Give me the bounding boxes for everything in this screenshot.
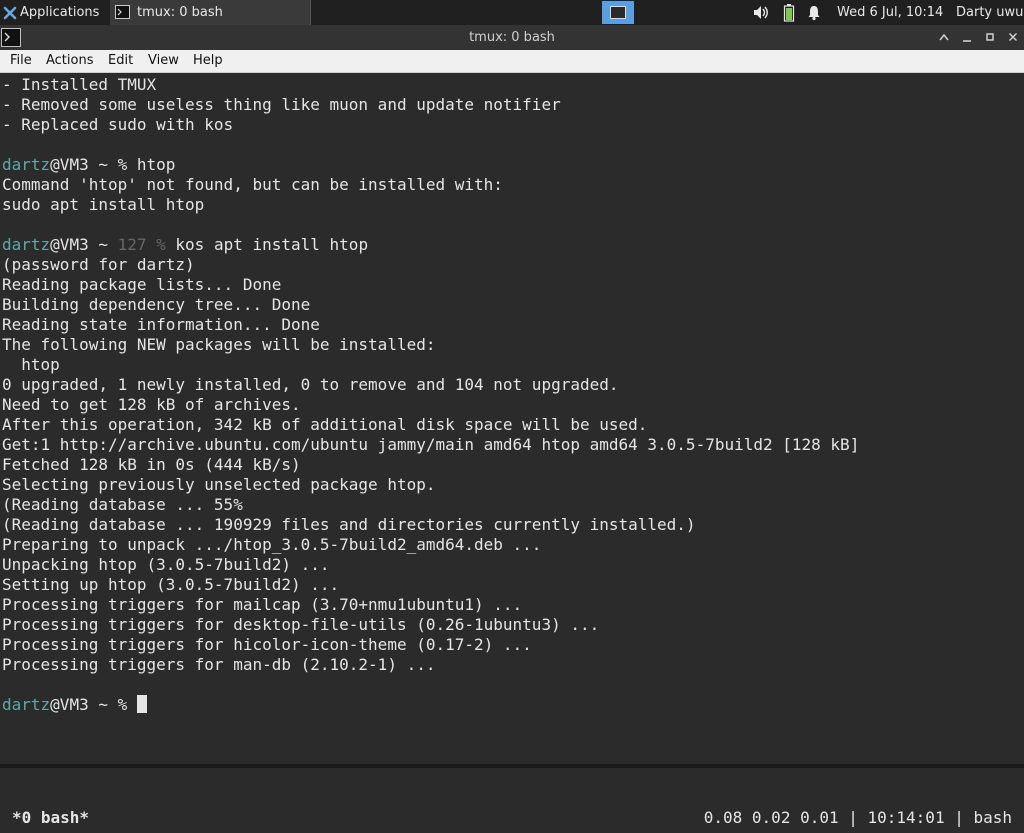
prompt-host: @VM3 [50,155,89,174]
terminal-line: Processing triggers for hicolor-icon-the… [2,635,532,654]
terminal-line: - Installed TMUX [2,75,157,94]
menu-edit[interactable]: Edit [108,50,133,72]
menu-help[interactable]: Help [193,50,223,72]
prompt-user: dartz [2,695,51,714]
terminal-icon [115,5,130,19]
prompt-path: ~ [88,235,118,254]
terminal-line: Processing triggers for mailcap (3.70+nm… [2,595,523,614]
terminal-line: Reading state information... Done [2,315,320,334]
volume-icon[interactable] [752,0,770,25]
battery-icon[interactable] [782,0,796,25]
terminal-line: Need to get 128 kB of archives. [2,395,301,414]
applications-label: Applications [20,5,100,20]
prompt-path: ~ [88,695,118,714]
terminal-line: Unpacking htop (3.0.5-7build2) ... [2,555,330,574]
terminal-line: The following NEW packages will be insta… [2,335,436,354]
tmux-status-bar: *0 bash* 0.08 0.02 0.01 | 10:14:01 | bas… [0,803,1024,833]
terminal-line: Fetched 128 kB in 0s (444 kB/s) [2,455,301,474]
top-panel: Applications tmux: 0 bash Wed 6 Jul, 10:… [0,0,1024,25]
taskbar-window-button[interactable]: tmux: 0 bash [110,0,311,25]
terminal-line: Reading package lists... Done [2,275,282,294]
terminal-line: Setting up htop (3.0.5-7build2) ... [2,575,340,594]
terminal-line: 0 upgraded, 1 newly installed, 0 to remo… [2,375,619,394]
minimize-button[interactable] [957,25,977,50]
terminal-line: htop [2,355,60,374]
terminal-line: - Replaced sudo with kos [2,115,234,134]
terminal-line: Selecting previously unselected package … [2,475,436,494]
prompt-line: dartz@VM3 ~ 127 % kos apt install htop [2,235,859,255]
terminal-line: Building dependency tree... Done [2,295,311,314]
menu-view[interactable]: View [148,50,179,72]
prompt-host: @VM3 [50,235,89,254]
notification-bell-icon[interactable] [806,0,822,25]
text-cursor [136,695,147,713]
terminal-area[interactable]: - Installed TMUX - Removed some useless … [0,73,1024,827]
taskbar-window-label: tmux: 0 bash [137,5,223,20]
user-menu[interactable]: Darty uwu [956,0,1023,25]
window-titlebar[interactable]: tmux: 0 bash [0,25,1024,50]
applications-menu-button[interactable]: Applications [0,0,110,25]
tmux-window-label[interactable]: *0 bash* [12,803,89,833]
terminal-line: Get:1 http://archive.ubuntu.com/ubuntu j… [2,435,860,454]
terminal-line: Processing triggers for desktop-file-uti… [2,615,600,634]
prompt-user: dartz [2,155,51,174]
prompt-line: dartz@VM3 ~ % htop [2,155,859,175]
terminal-line: Preparing to unpack .../htop_3.0.5-7buil… [2,535,542,554]
prompt-command: % [117,695,137,714]
terminal-line: (password for dartz) [2,255,195,274]
prompt-command: kos apt install htop [165,235,369,254]
terminal-line: (Reading database ... 190929 files and d… [2,515,696,534]
prompt-command: % htop [117,155,176,174]
terminal-line: sudo apt install htop [2,195,205,214]
window-shade-button[interactable] [934,25,954,50]
bottom-edge [0,764,1024,768]
prompt-host: @VM3 [50,695,89,714]
prompt-line: dartz@VM3 ~ % [2,695,859,715]
prompt-path: ~ [88,155,118,174]
xfce-icon [3,6,17,20]
workspace-switcher[interactable] [602,1,634,24]
workspace-icon [610,6,626,19]
terminal-line: Processing triggers for man-db (2.10.2-1… [2,655,436,674]
menu-actions[interactable]: Actions [46,50,94,72]
terminal-line: Command 'htop' not found, but can be ins… [2,175,503,194]
clock[interactable]: Wed 6 Jul, 10:14 [837,0,943,25]
menu-bar: File Actions Edit View Help [0,50,1024,73]
maximize-button[interactable] [980,25,1000,50]
terminal-line: After this operation, 342 kB of addition… [2,415,648,434]
window-title: tmux: 0 bash [469,30,555,45]
tmux-status-right: 0.08 0.02 0.01 | 10:14:01 | bash [703,808,1012,827]
close-button[interactable] [1003,25,1023,50]
prompt-exit-status: 127 % [117,235,166,254]
prompt-user: dartz [2,235,51,254]
terminal-line: - Removed some useless thing like muon a… [2,95,561,114]
terminal-line: (Reading database ... 55% [2,495,243,514]
menu-file[interactable]: File [10,50,32,72]
window-terminal-icon[interactable] [1,28,21,47]
terminal-output: - Installed TMUX - Removed some useless … [2,75,859,715]
